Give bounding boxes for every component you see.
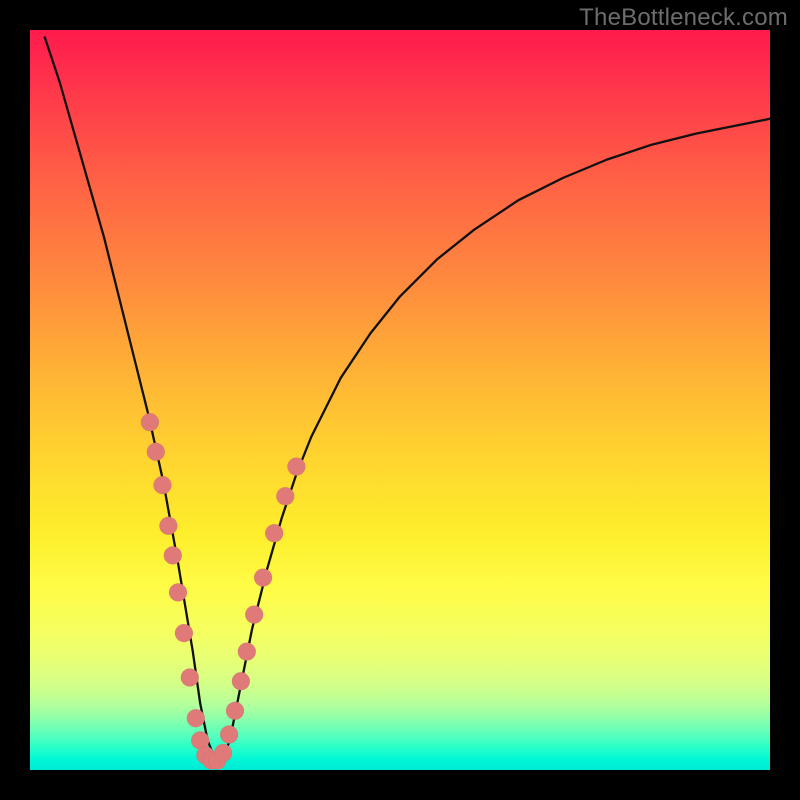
highlight-dot [238,643,256,661]
highlight-dot [276,487,294,505]
highlight-dot [265,524,283,542]
highlight-dot [175,624,193,642]
highlight-dot [147,443,165,461]
highlight-dot [169,583,187,601]
highlight-dots [141,413,306,769]
highlight-dot [232,672,250,690]
highlight-dot [159,517,177,535]
watermark-text: TheBottleneck.com [579,4,788,32]
highlight-dot [141,413,159,431]
plot-area [30,30,770,770]
highlight-dot [220,726,238,744]
highlight-dot [254,569,272,587]
highlight-dot [181,669,199,687]
highlight-dot [287,458,305,476]
highlight-dot [154,476,172,494]
highlight-dot [164,546,182,564]
chart-svg [30,30,770,770]
bottleneck-curve [45,37,770,759]
chart-frame: TheBottleneck.com [0,0,800,800]
highlight-dot [187,709,205,727]
highlight-dot [226,702,244,720]
highlight-dot [245,606,263,624]
highlight-dot [214,744,232,762]
